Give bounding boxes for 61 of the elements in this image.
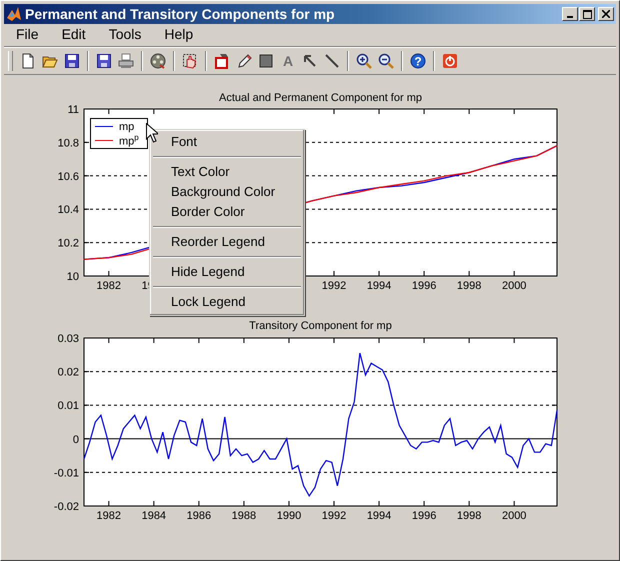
help-icon[interactable]: ? (409, 52, 427, 68)
axis-tick-label: 1988 (232, 510, 256, 522)
zoom-in-icon[interactable] (355, 52, 373, 68)
legend-label: mp (119, 120, 134, 132)
legend-label: mp$^{p}$ (119, 132, 139, 148)
axis-tick-label: 2000 (502, 280, 526, 292)
axis-tick-label: 1996 (412, 280, 436, 292)
axis-tick-label: 1982 (96, 510, 122, 522)
power-icon[interactable] (441, 52, 459, 68)
menu-item[interactable]: Border Color (152, 202, 302, 222)
close-button[interactable] (598, 7, 614, 21)
cursor-icon (146, 123, 158, 143)
square-icon[interactable] (257, 52, 275, 68)
axis-tick-label: 1984 (142, 510, 166, 522)
axis-tick-label: 0.02 (58, 366, 79, 379)
axis-tick-label: 10.2 (58, 238, 79, 250)
menu-item[interactable]: Tools (100, 26, 150, 42)
chart-title: Transitory Component for mp (249, 320, 392, 332)
menu-item[interactable]: Reorder Legend (152, 232, 302, 252)
axis-tick-label: 10.6 (58, 170, 79, 183)
axis-tick-label: 1990 (276, 510, 302, 522)
film-reel-icon[interactable] (149, 52, 167, 68)
frame-icon[interactable] (213, 52, 231, 68)
line-icon[interactable] (323, 52, 341, 68)
axis-tick-label: 10 (66, 271, 79, 283)
axis-tick-label: 2000 (502, 510, 526, 522)
maximize-icon (582, 10, 592, 18)
menu-item[interactable]: Hide Legend (152, 262, 302, 282)
axis-tick-label: 1982 (96, 280, 122, 292)
menu-item[interactable]: Edit (54, 26, 94, 42)
close-icon (602, 10, 610, 18)
axis-tick-label: 0 (72, 434, 79, 446)
axis-tick-label: 11 (68, 104, 79, 116)
axis-tick-label: 1994 (366, 510, 392, 522)
axis-tick-label: 1998 (456, 510, 482, 522)
printer-icon[interactable] (117, 52, 135, 68)
axis-tick-label: 1992 (322, 510, 346, 522)
menu-item[interactable]: Lock Legend (152, 292, 302, 312)
app-icon[interactable] (6, 6, 22, 22)
menu-item[interactable]: File (8, 26, 47, 42)
axis-tick-label: 10.4 (58, 204, 79, 216)
chart-title: Actual and Permanent Component for mp (219, 92, 422, 104)
menu-item[interactable]: Background Color (152, 182, 302, 202)
axis-tick-label: 10.8 (58, 137, 79, 150)
menu-item[interactable]: Text Color (152, 162, 302, 182)
axis-tick-label: 1992 (322, 280, 346, 292)
axis-tick-label: 1994 (366, 280, 392, 292)
axis-tick-label: 0.03 (58, 333, 79, 345)
menu-item[interactable]: Help (156, 26, 202, 42)
axis-tick-label: 1996 (412, 510, 436, 522)
axis-tick-label: 1986 (186, 510, 212, 522)
axis-tick-label: 0.01 (58, 400, 79, 412)
legend-box[interactable]: mp mp$^{p}$ (90, 118, 148, 149)
window-title: Permanent and Transitory Components for mp (25, 6, 336, 22)
hand-icon[interactable] (181, 52, 199, 68)
zoom-out-icon[interactable] (377, 52, 395, 68)
maximize-button[interactable] (579, 7, 595, 21)
axis-tick-label: -0.01 (54, 467, 79, 480)
minimize-button[interactable] (562, 7, 578, 21)
axis-tick-label: -0.02 (54, 501, 79, 513)
axis-tick-label: 1998 (456, 280, 482, 292)
